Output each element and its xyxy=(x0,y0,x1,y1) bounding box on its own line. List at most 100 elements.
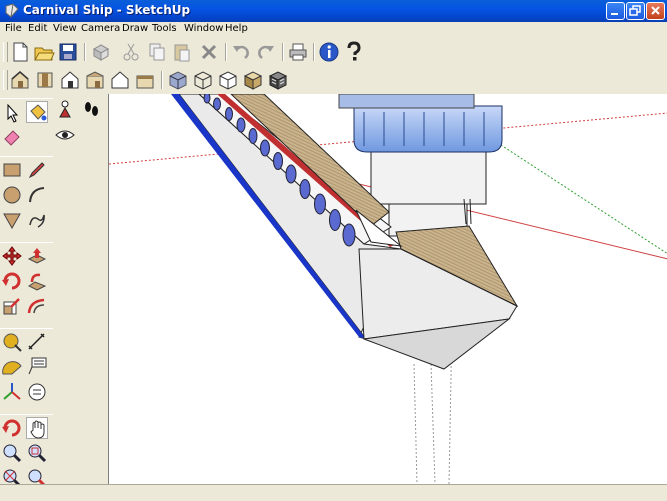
hand-pan-icon xyxy=(30,420,45,439)
front-view-button[interactable] xyxy=(59,69,81,91)
offset-tool-button[interactable] xyxy=(26,295,48,317)
zoom-window-tool-button[interactable] xyxy=(26,442,48,464)
text-tool-button[interactable] xyxy=(26,356,48,378)
walk-tool-button[interactable] xyxy=(80,98,102,120)
new-button[interactable] xyxy=(9,41,31,63)
restore-button[interactable] xyxy=(626,2,645,20)
help-button[interactable] xyxy=(343,41,365,63)
iso-view-button[interactable] xyxy=(9,69,31,91)
shaded-button[interactable] xyxy=(242,69,264,91)
zoom-tool-button[interactable] xyxy=(1,442,23,464)
move-tool-button[interactable] xyxy=(1,245,23,267)
text-label-icon xyxy=(28,357,47,375)
circle-tool-button[interactable] xyxy=(1,184,23,206)
construction-tools xyxy=(0,328,53,409)
close-button[interactable] xyxy=(646,2,665,20)
open-icon xyxy=(34,47,55,61)
redo-button[interactable] xyxy=(255,41,277,63)
arc-tool-button[interactable] xyxy=(26,184,48,206)
title-bar: Carnival Ship - SketchUp xyxy=(0,0,667,22)
camera-tools xyxy=(0,414,53,488)
menu-help[interactable]: Help xyxy=(225,23,248,34)
front-view-icon xyxy=(61,71,79,89)
left-view-button[interactable] xyxy=(134,69,156,91)
top-view-icon xyxy=(37,72,53,88)
scale-tool-button[interactable] xyxy=(1,295,23,317)
undo-button[interactable] xyxy=(230,41,252,63)
protractor-tool-button[interactable] xyxy=(1,356,23,378)
freehand-tool-button[interactable] xyxy=(26,209,48,231)
copy-icon xyxy=(149,43,165,61)
model-info-icon xyxy=(319,42,339,62)
push-pull-tool-button[interactable] xyxy=(26,245,48,267)
copy-button[interactable] xyxy=(146,41,168,63)
status-bar xyxy=(0,484,667,501)
eraser-icon xyxy=(4,130,20,146)
axes-tool-button[interactable] xyxy=(1,381,23,403)
paint-bucket-icon xyxy=(30,104,47,121)
paste-button[interactable] xyxy=(171,41,193,63)
menu-file[interactable]: File xyxy=(5,23,22,34)
toolbar-grip[interactable] xyxy=(3,70,8,90)
shaded-textures-button[interactable] xyxy=(267,69,289,91)
zoom-window-icon xyxy=(28,444,47,463)
redo-icon xyxy=(258,45,274,59)
undo-icon xyxy=(233,45,249,59)
top-view-button[interactable] xyxy=(34,69,56,91)
line-tool-button[interactable] xyxy=(26,159,48,181)
print-button[interactable] xyxy=(287,41,309,63)
toolbar-separator xyxy=(84,43,86,61)
tape-measure-tool-button[interactable] xyxy=(1,331,23,353)
menu-camera[interactable]: Camera xyxy=(81,23,120,34)
axes-icon xyxy=(3,383,21,400)
left-view-icon xyxy=(136,75,154,89)
3d-text-icon xyxy=(28,383,46,401)
close-icon xyxy=(651,6,660,15)
menu-tools[interactable]: Tools xyxy=(152,23,177,34)
rotate-icon xyxy=(2,272,21,290)
minimize-button[interactable] xyxy=(606,2,625,20)
select-tool-button[interactable] xyxy=(1,102,23,124)
menu-draw[interactable]: Draw xyxy=(122,23,148,34)
polygon-icon xyxy=(3,213,21,230)
rectangle-icon xyxy=(3,163,21,177)
large-tool-set xyxy=(0,94,98,488)
dimension-tool-button[interactable] xyxy=(26,331,48,353)
xray-button[interactable] xyxy=(167,69,189,91)
hidden-line-button[interactable] xyxy=(217,69,239,91)
menu-window[interactable]: Window xyxy=(184,23,223,34)
menu-view[interactable]: View xyxy=(53,23,77,34)
new-icon xyxy=(13,42,28,62)
component-tool-button[interactable] xyxy=(54,98,76,120)
menu-edit[interactable]: Edit xyxy=(28,23,47,34)
model-info-button[interactable] xyxy=(318,41,340,63)
tape-measure-icon xyxy=(3,333,22,352)
rectangle-tool-button[interactable] xyxy=(1,159,23,181)
paint-bucket-tool-button[interactable] xyxy=(26,101,48,123)
back-view-button[interactable] xyxy=(109,69,131,91)
polygon-tool-button[interactable] xyxy=(1,209,23,231)
sketchup-app-icon[interactable] xyxy=(4,3,20,19)
look-around-tool-button[interactable] xyxy=(54,124,76,146)
cut-button[interactable] xyxy=(120,41,142,63)
protractor-icon xyxy=(2,361,22,375)
orbit-tool-button[interactable] xyxy=(1,417,23,439)
make-component-button[interactable] xyxy=(90,41,112,63)
right-view-button[interactable] xyxy=(84,69,106,91)
follow-me-tool-button[interactable] xyxy=(26,270,48,292)
erase-button[interactable] xyxy=(198,41,220,63)
hidden-line-icon xyxy=(219,71,237,90)
eraser-tool-button[interactable] xyxy=(1,126,23,148)
save-button[interactable] xyxy=(57,41,79,63)
make-component-icon xyxy=(92,44,110,61)
rotate-tool-button[interactable] xyxy=(1,270,23,292)
3d-text-tool-button[interactable] xyxy=(26,381,48,403)
wireframe-button[interactable] xyxy=(192,69,214,91)
wireframe-icon xyxy=(194,71,212,90)
toolbar-separator xyxy=(282,43,284,61)
toolbar-grip[interactable] xyxy=(3,42,8,62)
model-viewport[interactable] xyxy=(108,94,667,484)
open-button[interactable] xyxy=(33,41,55,63)
pan-tool-button[interactable] xyxy=(26,417,48,439)
footprints-icon xyxy=(85,102,98,116)
